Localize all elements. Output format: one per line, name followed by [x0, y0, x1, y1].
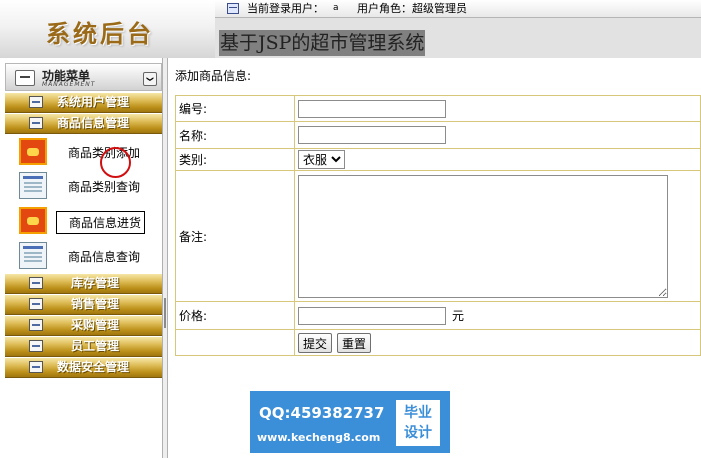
notes-label: 备注: — [175, 170, 295, 302]
buttons-cell: 提交 重置 — [294, 329, 701, 356]
sidebar-category-system-users[interactable]: 系统用户管理 — [5, 93, 162, 113]
name-label: 名称: — [175, 121, 295, 149]
name-cell — [294, 121, 701, 149]
sidebar-category-employees[interactable]: 员工管理 — [5, 337, 162, 357]
category-icon — [29, 298, 43, 310]
price-input[interactable] — [298, 306, 446, 325]
watermark-site: www.kecheng8.com — [257, 431, 381, 444]
query-list-icon — [19, 172, 47, 199]
category-icon — [29, 361, 43, 373]
category-label: 销售管理 — [71, 297, 120, 311]
sidebar-menu: 功能菜单 MANAGEMENT ❯ 系统用户管理 商品信息管理 商品类别添加 商… — [5, 58, 162, 458]
category-label: 采购管理 — [71, 318, 120, 332]
category-label: 库存管理 — [71, 276, 120, 290]
empty-label-cell — [175, 329, 295, 356]
logo-area: 系统后台 — [0, 0, 215, 58]
sidebar-item-label-active[interactable]: 商品信息进货 — [56, 211, 146, 234]
user-role-text: 用户角色：超级管理员 — [357, 2, 467, 15]
submit-button[interactable]: 提交 — [298, 333, 333, 353]
notes-cell — [294, 170, 701, 302]
category-label: 商品信息管理 — [57, 116, 130, 130]
price-cell: 元 — [294, 301, 701, 330]
sidebar-item-product-stock-in[interactable]: 商品信息进货 — [5, 204, 162, 238]
user-card-icon — [227, 3, 239, 14]
category-icon — [29, 117, 43, 129]
category-icon — [29, 277, 43, 289]
category-cell: 衣服 — [294, 148, 701, 171]
query-list-icon — [19, 242, 47, 269]
menu-subtitle: MANAGEMENT — [42, 81, 96, 88]
price-unit: 元 — [452, 309, 465, 323]
sidebar-category-inventory[interactable]: 库存管理 — [5, 274, 162, 294]
id-cell — [294, 95, 701, 122]
reset-button[interactable]: 重置 — [337, 333, 372, 353]
category-label: 员工管理 — [71, 339, 120, 353]
badge-line-2: 设计 — [404, 425, 432, 441]
sidebar-item-label[interactable]: 商品类别查询 — [68, 178, 140, 195]
sidebar-category-sales[interactable]: 销售管理 — [5, 295, 162, 315]
cursor-highlight-ring — [100, 147, 131, 178]
category-label: 类别: — [175, 148, 295, 171]
user-info-bar: 当前登录用户： a 用户角色：超级管理员 — [215, 0, 701, 18]
product-form-table: 编号: 名称: 类别: 衣服 备注: 价格: 元 提交 重置 — [175, 95, 701, 356]
category-icon — [29, 96, 43, 108]
category-icon — [29, 340, 43, 352]
system-title: 基于JSP的超市管理系统 — [219, 30, 426, 56]
current-user-label: 当前登录用户： — [247, 2, 324, 15]
category-icon — [29, 319, 43, 331]
notes-textarea[interactable] — [298, 174, 668, 298]
logo-title: 系统后台 — [46, 19, 154, 48]
sidebar-item-product-query[interactable]: 商品信息查询 — [5, 239, 162, 273]
watermark-banner: QQ:459382737 www.kecheng8.com 毕业 设计 — [250, 391, 450, 453]
sidebar-category-purchasing[interactable]: 采购管理 — [5, 316, 162, 336]
page-heading: 添加商品信息: — [175, 69, 252, 83]
splitter-grip-handle[interactable] — [164, 298, 166, 328]
current-user-name: a — [333, 3, 339, 13]
product-name-input[interactable] — [298, 126, 446, 144]
id-label: 编号: — [175, 95, 295, 122]
product-id-input[interactable] — [298, 99, 446, 118]
top-header: 系统后台 当前登录用户： a 用户角色：超级管理员 基于JSP的超市管理系统 — [0, 0, 701, 58]
watermark-qq: QQ:459382737 — [259, 404, 385, 422]
category-label: 数据安全管理 — [57, 360, 130, 374]
add-form-icon — [19, 138, 47, 165]
sidebar-item-category-add[interactable]: 商品类别添加 — [5, 135, 162, 169]
sidebar-category-product-info[interactable]: 商品信息管理 — [5, 114, 162, 134]
sidebar-category-data-security[interactable]: 数据安全管理 — [5, 358, 162, 378]
badge-line-1: 毕业 — [404, 405, 432, 421]
sidebar-item-label[interactable]: 商品信息查询 — [68, 248, 140, 265]
collapse-chevron-icon[interactable]: ❯ — [143, 72, 157, 86]
sidebar-item-category-query[interactable]: 商品类别查询 — [5, 169, 162, 203]
watermark-badge: 毕业 设计 — [396, 400, 440, 446]
category-select[interactable]: 衣服 — [298, 150, 345, 169]
add-form-icon — [19, 207, 47, 234]
price-label: 价格: — [175, 301, 295, 330]
menu-header: 功能菜单 MANAGEMENT ❯ — [5, 63, 162, 91]
category-label: 系统用户管理 — [57, 95, 130, 109]
menu-icon — [15, 70, 35, 86]
